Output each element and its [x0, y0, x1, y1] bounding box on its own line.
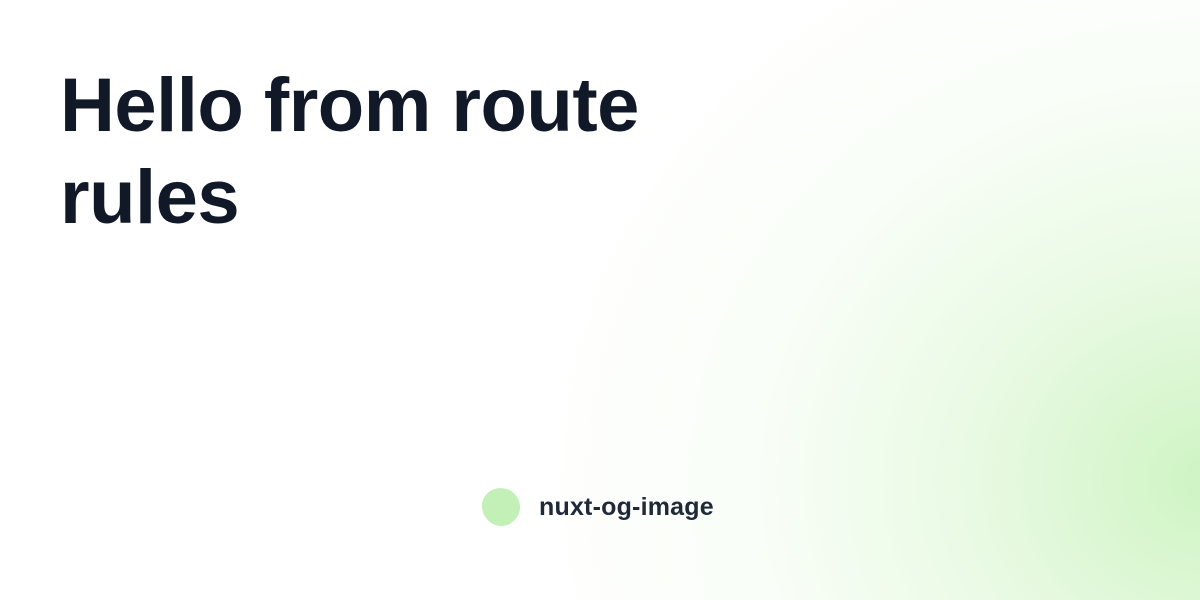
page-title: Hello from route rules — [60, 63, 639, 240]
brand: nuxt-og-image — [479, 485, 714, 529]
brand-name: nuxt-og-image — [539, 492, 714, 521]
blob-icon — [479, 485, 523, 529]
